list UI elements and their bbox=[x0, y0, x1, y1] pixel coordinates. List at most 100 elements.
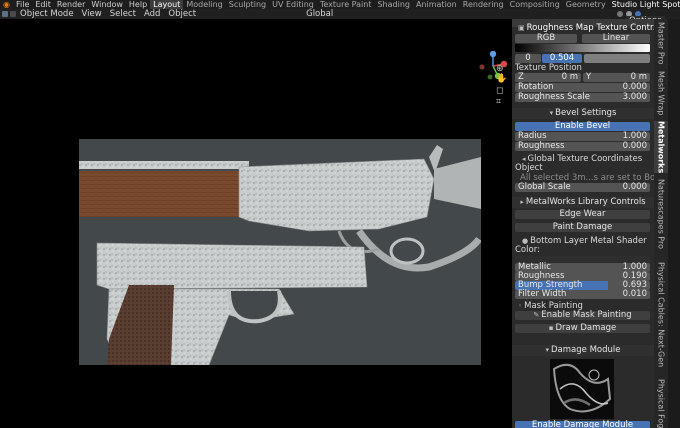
rotation-label: Rotation bbox=[518, 82, 554, 92]
filter-width-field[interactable]: Filter Width 0.010 bbox=[515, 290, 650, 299]
properties-sidebar-panel: ▣ Roughness Map Texture Contr... RGB Line… bbox=[512, 19, 654, 428]
workspace-tab-animation[interactable]: Animation bbox=[413, 0, 460, 9]
workspace-tab-shading[interactable]: Shading bbox=[374, 0, 413, 9]
global-scale-value: 0.000 bbox=[622, 182, 647, 192]
zoom-icon[interactable]: ⊕ bbox=[496, 64, 504, 74]
viewport-header: Object Mode View Select Add Object Globa… bbox=[0, 9, 512, 19]
workspace-tab-texture-paint[interactable]: Texture Paint bbox=[317, 0, 375, 9]
ramp-color-swatch[interactable] bbox=[584, 54, 650, 63]
menu-add[interactable]: Add bbox=[140, 9, 164, 19]
tab-physical-fog-label: Physical Fog bbox=[656, 378, 666, 428]
position-z-field[interactable]: Z 0 m bbox=[515, 73, 581, 82]
bevel-radius-field[interactable]: Radius 1.000 bbox=[515, 132, 650, 141]
menu-help[interactable]: Help bbox=[126, 0, 150, 9]
bevel-radius-label: Radius bbox=[518, 131, 547, 141]
firearms-illustration bbox=[79, 145, 481, 365]
panel-collapse-icon: ▾ bbox=[549, 109, 554, 117]
enable-damage-module-label: Enable Damage Module bbox=[531, 420, 634, 428]
menu-select[interactable]: Select bbox=[106, 9, 140, 19]
top-menu-bar: ◉ File Edit Render Window Help Layout Mo… bbox=[0, 0, 680, 9]
shading-solid-icon[interactable] bbox=[617, 11, 623, 17]
tab-mesh-wrap[interactable]: Mesh Wrap bbox=[654, 69, 668, 117]
brush-icon: ✎ bbox=[533, 311, 540, 319]
hand-pan-icon[interactable]: ✋ bbox=[496, 74, 507, 84]
draw-icon: ▪ bbox=[548, 324, 554, 332]
color-label: Color: bbox=[515, 245, 540, 255]
bottom-layer-shader-label: ● Bottom Layer Metal Shader bbox=[522, 236, 647, 246]
workspace-tab-compositing[interactable]: Compositing bbox=[507, 0, 563, 9]
tab-naturescapes-pro[interactable]: Naturescapes Pro bbox=[654, 177, 668, 251]
pistol-slide bbox=[96, 242, 368, 290]
color-ramp-bar[interactable] bbox=[515, 44, 650, 52]
paint-damage-label: Paint Damage bbox=[552, 222, 613, 232]
ramp-position-value: 0.504 bbox=[549, 53, 575, 63]
object-label: Object bbox=[515, 163, 543, 173]
edge-wear-label: Edge Wear bbox=[559, 209, 606, 219]
bevel-roughness-field[interactable]: Roughness 0.000 bbox=[515, 142, 650, 151]
ramp-index-field[interactable]: 0 bbox=[515, 54, 541, 63]
damage-icon: ▾ bbox=[545, 346, 550, 354]
workspace-tab-layout[interactable]: Layout bbox=[150, 0, 184, 9]
workspace-tab-geometry[interactable]: Geometry bbox=[563, 0, 609, 9]
damage-texture-preview bbox=[550, 359, 614, 419]
damage-module-header[interactable]: ▾ Damage Module bbox=[512, 345, 654, 356]
object-mode-dropdown[interactable]: Object Mode bbox=[16, 9, 78, 19]
enable-mask-painting-button[interactable]: ✎ Enable Mask Painting bbox=[515, 311, 650, 320]
3d-viewport[interactable]: ⊕ ✋ ◻ ⌗ bbox=[0, 19, 512, 428]
studio-light-label[interactable]: Studio Light Spotlight bbox=[609, 0, 680, 9]
grid-toggle-icon[interactable]: ⌗ bbox=[496, 97, 501, 107]
color-mode-value: RGB bbox=[536, 33, 556, 43]
enable-damage-module-button[interactable]: Enable Damage Module bbox=[515, 421, 650, 428]
right-scroll-area[interactable] bbox=[668, 19, 680, 428]
interpolation-dropdown[interactable]: Linear bbox=[582, 34, 650, 43]
edge-wear-button[interactable]: Edge Wear bbox=[515, 210, 650, 219]
tab-physical-cables[interactable]: Physical Cables: Next-Gen bbox=[654, 255, 668, 375]
menu-object[interactable]: Object bbox=[164, 9, 200, 19]
menu-render[interactable]: Render bbox=[54, 0, 88, 9]
tab-naturescapes-pro-label: Naturescapes Pro bbox=[656, 179, 666, 249]
library-controls-title: MetalWorks Library Controls bbox=[525, 197, 646, 207]
menu-edit[interactable]: Edit bbox=[32, 0, 54, 9]
rifle-barrel bbox=[79, 161, 249, 169]
rifle-forestock bbox=[79, 171, 239, 217]
texture-icon: ▣ bbox=[518, 24, 525, 32]
tab-metalworks[interactable]: Metalworks bbox=[654, 121, 668, 173]
bevel-radius-value: 1.000 bbox=[622, 131, 647, 141]
bevel-settings-header[interactable]: ▾ Bevel Settings bbox=[512, 108, 654, 119]
enable-bevel-button[interactable]: Enable Bevel bbox=[515, 122, 650, 131]
tab-master-pro[interactable]: Master Pro bbox=[654, 21, 668, 65]
draw-damage-button[interactable]: ▪ Draw Damage bbox=[515, 324, 650, 333]
tab-mesh-wrap-label: Mesh Wrap bbox=[656, 70, 666, 116]
damage-texture-thumbnail bbox=[550, 359, 614, 419]
tab-physical-fog[interactable]: Physical Fog bbox=[654, 379, 668, 428]
transform-orientation-dropdown[interactable]: Global bbox=[302, 9, 337, 19]
blender-logo-icon[interactable]: ◉ bbox=[0, 0, 13, 9]
rifle-receiver bbox=[238, 158, 435, 232]
position-y-label: Y bbox=[586, 72, 592, 82]
workspace-tab-modeling[interactable]: Modeling bbox=[183, 0, 225, 9]
global-scale-field[interactable]: Global Scale 0.000 bbox=[515, 183, 650, 192]
camera-view-icon[interactable]: ◻ bbox=[496, 86, 503, 96]
position-y-field[interactable]: Y 0 m bbox=[583, 73, 650, 82]
workspace-tab-rendering[interactable]: Rendering bbox=[460, 0, 507, 9]
bevel-roughness-label: Roughness bbox=[518, 141, 565, 151]
pistol-trigger-guard bbox=[227, 290, 282, 324]
roughness-map-title: Roughness Map Texture Contr... bbox=[526, 23, 654, 33]
mask-icon: ◦ bbox=[518, 302, 523, 310]
color-mode-dropdown[interactable]: RGB bbox=[515, 34, 577, 43]
menu-view[interactable]: View bbox=[78, 9, 106, 19]
interpolation-value: Linear bbox=[602, 33, 630, 43]
rotation-field[interactable]: Rotation 0.000 bbox=[515, 83, 650, 92]
workspace-tab-uv-editing[interactable]: UV Editing bbox=[269, 0, 317, 9]
menu-file[interactable]: File bbox=[13, 0, 32, 9]
roughness-scale-field[interactable]: Roughness Scale 3.000 bbox=[515, 93, 650, 102]
firearms-texture-preview-image bbox=[79, 139, 481, 365]
workspace-tab-sculpting[interactable]: Sculpting bbox=[226, 0, 269, 9]
editor-type-icon[interactable] bbox=[2, 11, 8, 17]
paint-damage-button[interactable]: Paint Damage bbox=[515, 223, 650, 232]
bottom-layer-title: Bottom Layer Metal Shader bbox=[530, 236, 647, 246]
position-z-label: Z bbox=[518, 72, 524, 82]
ramp-position-field[interactable]: 0.504 bbox=[542, 54, 582, 63]
menu-window[interactable]: Window bbox=[88, 0, 126, 9]
library-controls-header[interactable]: ▸ MetalWorks Library Controls bbox=[512, 197, 654, 208]
